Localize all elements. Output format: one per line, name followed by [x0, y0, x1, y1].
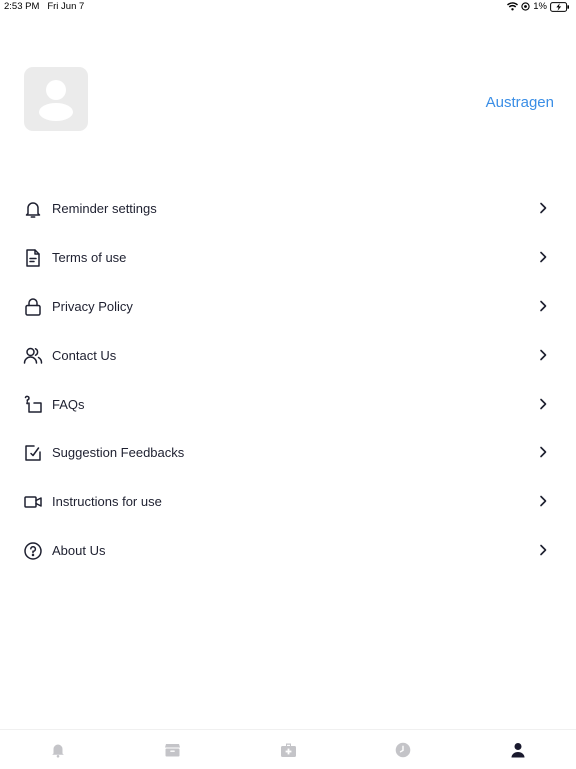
wifi-icon — [507, 2, 519, 11]
users-icon — [23, 347, 43, 364]
chevron-right-icon — [540, 447, 547, 458]
chevron-right-icon — [540, 349, 547, 360]
location-lock-icon — [521, 2, 530, 11]
menu-item-label: Reminder settings — [52, 201, 157, 216]
chevron-right-icon — [540, 544, 547, 556]
status-date: Fri Jun 7 — [47, 1, 85, 12]
menu-item-label: Privacy Policy — [52, 298, 133, 314]
menu-item-reminder-settings[interactable]: Reminder settings — [0, 184, 576, 233]
archive-box-icon — [165, 743, 181, 756]
menu-item-privacy-policy[interactable]: Privacy Policy — [0, 282, 576, 331]
status-clock: 2:53 PM — [4, 1, 40, 12]
user-placeholder-icon — [39, 80, 73, 121]
document-icon — [26, 249, 40, 267]
question-circle-icon — [24, 542, 42, 560]
status-indicators: 1% — [507, 1, 570, 12]
avatar[interactable] — [24, 67, 88, 131]
menu-item-label: Contact Us — [52, 347, 117, 363]
lock-icon — [25, 298, 41, 316]
status-time: 2:53 PM Fri Jun 7 — [4, 1, 84, 12]
menu-item-about-us[interactable]: About Us — [0, 526, 576, 575]
battery-percent: 1% — [533, 1, 547, 12]
chevron-right-icon — [540, 300, 547, 312]
tab-archive[interactable] — [115, 730, 230, 769]
menu-item-label: FAQs — [52, 396, 85, 412]
tab-history[interactable] — [346, 730, 461, 769]
person-icon — [511, 742, 525, 757]
menu-item-label: Suggestion Feedbacks — [52, 445, 185, 461]
menu-item-instructions-for-use[interactable]: Instructions for use — [0, 477, 576, 526]
menu-item-terms-of-use[interactable]: Terms of use — [0, 233, 576, 282]
menu-item-label: Instructions for use — [52, 494, 162, 510]
bell-icon — [25, 202, 41, 218]
menu-item-label: Terms of use — [52, 249, 127, 265]
edit-icon — [25, 445, 41, 462]
status-bar: 2:53 PM Fri Jun 7 1% — [0, 0, 576, 14]
settings-menu: Reminder settings Terms of use Privacy P… — [0, 184, 576, 575]
tab-bar — [0, 729, 576, 769]
battery-charging-icon — [550, 1, 569, 12]
menu-item-contact-us[interactable]: Contact Us — [0, 331, 576, 380]
clock-icon — [395, 742, 411, 757]
tab-medicine-kit[interactable] — [230, 730, 345, 769]
tab-reminders[interactable] — [0, 730, 115, 769]
chevron-right-icon — [540, 398, 547, 409]
menu-item-label: About Us — [52, 543, 106, 559]
menu-item-suggestion-feedbacks[interactable]: Suggestion Feedbacks — [0, 428, 576, 477]
tab-profile[interactable] — [461, 730, 576, 769]
menu-item-faqs[interactable]: FAQs — [0, 380, 576, 429]
logout-button[interactable]: Austragen — [486, 94, 554, 111]
faq-icon — [24, 395, 42, 413]
bell-icon — [51, 744, 64, 758]
first-aid-kit-icon — [280, 743, 296, 757]
chevron-right-icon — [540, 202, 547, 214]
video-icon — [24, 496, 42, 509]
chevron-right-icon — [540, 496, 547, 507]
chevron-right-icon — [540, 251, 547, 263]
